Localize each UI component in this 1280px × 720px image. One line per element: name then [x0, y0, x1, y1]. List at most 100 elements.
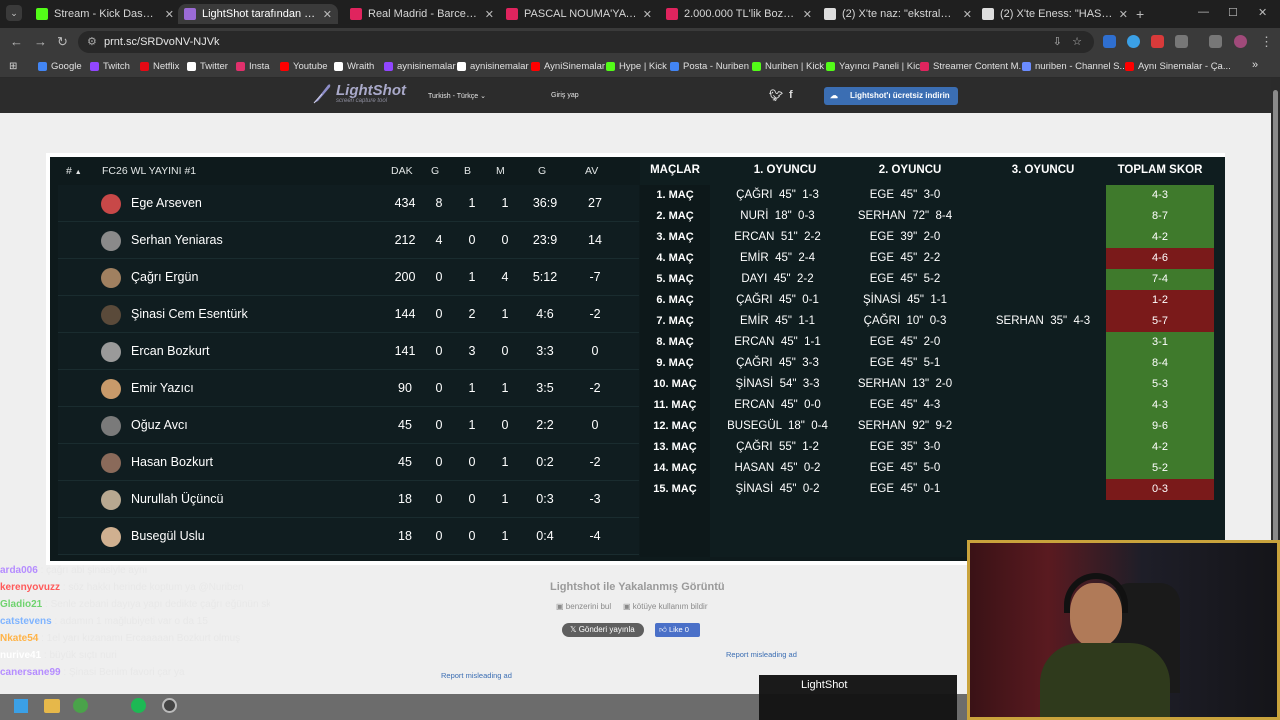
bookmark-favicon-icon — [140, 62, 149, 71]
bookmark-item[interactable]: Wraith — [334, 61, 374, 72]
bookmark-item[interactable]: Aynı Sinemalar - Ça... — [1125, 61, 1231, 72]
bookmark-item[interactable]: Netflix — [140, 61, 179, 72]
tab-close-icon[interactable]: ✕ — [963, 8, 972, 21]
tab-favicon-icon — [982, 8, 994, 20]
close-window-button[interactable]: ✕ — [1258, 6, 1267, 19]
ad-logo: LightShot — [801, 679, 848, 691]
bookmark-item[interactable]: Google — [38, 61, 82, 72]
twitter-icon[interactable]: 🐦︎ — [769, 89, 783, 102]
player1-cell: HASAN 45" 0-2 — [734, 462, 821, 474]
extensions-puzzle-icon[interactable] — [1175, 35, 1188, 48]
bookmark-item[interactable]: Insta — [236, 61, 270, 72]
bookmark-item[interactable]: Posta - Nuriben — [670, 61, 749, 72]
league-row[interactable]: Şinasi Cem Esentürk 144 0 2 1 4:6 -2 — [58, 296, 639, 333]
bookmarks-overflow-icon[interactable]: » — [1252, 59, 1258, 71]
tab-close-icon[interactable]: ✕ — [165, 8, 174, 21]
bookmark-item[interactable]: Streamer Content M... — [920, 61, 1026, 72]
menu-dots-icon[interactable]: ⋮ — [1260, 34, 1273, 50]
tab-close-icon[interactable]: ✕ — [323, 8, 332, 21]
bookmark-item[interactable]: Twitter — [187, 61, 228, 72]
bookmark-item[interactable]: Yayıncı Paneli | Kick — [826, 61, 925, 72]
league-row[interactable]: Emir Yazıcı 90 0 1 1 3:5 -2 — [58, 370, 639, 407]
report-ad-link-right[interactable]: Report misleading ad — [726, 650, 797, 659]
obs-icon[interactable] — [162, 698, 177, 713]
install-icon[interactable]: ⇩ — [1053, 31, 1062, 53]
league-table-header: # ▲ FC26 WL YAYINI #1 DAK G B M G AV — [54, 157, 639, 185]
chat-username: arda006 — [0, 565, 38, 576]
report-ad-link-left[interactable]: Report misleading ad — [441, 671, 512, 680]
apps-grid-icon[interactable]: ⊞ — [9, 61, 17, 72]
language-label: Turkish - Türkçe — [428, 93, 479, 100]
share-post-button[interactable]: 𝕏 Gönderi yayınla — [562, 623, 644, 637]
tab-search-button[interactable]: ⌄ — [6, 5, 22, 21]
league-row[interactable]: Serhan Yeniaras 212 4 0 0 23:9 14 — [58, 222, 639, 259]
lightshot-header: LightShot screen capture tool Turkish - … — [0, 78, 1271, 113]
league-row[interactable]: Oğuz Avcı 45 0 1 0 2:2 0 — [58, 407, 639, 444]
minimize-button[interactable]: — — [1198, 6, 1209, 18]
bookmark-item[interactable]: Twitch — [90, 61, 130, 72]
stat-m: 1 — [501, 381, 509, 395]
profile-avatar[interactable] — [1234, 35, 1247, 48]
folder-icon[interactable] — [44, 699, 60, 713]
extension-shield-icon[interactable] — [1103, 35, 1116, 48]
chat-message: Nkate54 : 1el yarı kızanamı Ercaaaaan Bo… — [0, 633, 241, 644]
stat-goals: 23:9 — [532, 233, 558, 247]
bookmark-item[interactable]: aynisinemalar — [384, 61, 456, 72]
new-tab-button[interactable]: + — [1136, 6, 1144, 22]
bookmark-item[interactable]: nuriben - Channel S... — [1022, 61, 1127, 72]
find-similar-link[interactable]: ▣ benzerini bul — [556, 602, 611, 611]
spotify-icon[interactable] — [131, 698, 146, 713]
forward-icon[interactable]: → — [34, 34, 47, 49]
lightshot-logo[interactable]: LightShot screen capture tool — [312, 82, 406, 104]
bookmark-item[interactable]: aynisinemalar — [457, 61, 529, 72]
extension-globe-icon[interactable] — [1127, 35, 1140, 48]
league-row[interactable]: Busegül Uslu 18 0 0 1 0:4 -4 — [58, 518, 639, 555]
tab-4[interactable]: PASCAL NOUMA'YA MEYDAN O ✕ — [500, 4, 658, 24]
bookmark-item[interactable]: AyniSinemalar — [531, 61, 605, 72]
tab-favicon-icon — [666, 8, 678, 20]
bookmark-star-icon[interactable]: ☆ — [1072, 31, 1082, 53]
bookmark-item[interactable]: Hype | Kick — [606, 61, 667, 72]
tab-close-icon[interactable]: ✕ — [643, 8, 652, 21]
player-name: Nurullah Üçüncü — [131, 492, 224, 506]
login-link[interactable]: Giriş yap — [551, 92, 579, 99]
header-rank[interactable]: # ▲ — [66, 165, 82, 177]
facebook-like-button[interactable]: 👍︎ Like 0 — [655, 623, 700, 637]
tab-close-icon[interactable]: ✕ — [485, 8, 494, 21]
url-field[interactable]: ⚙ prnt.sc/SRDvoNV-NJVk ⇩ ☆ — [78, 31, 1094, 53]
league-row[interactable]: Nurullah Üçüncü 18 0 0 1 0:3 -3 — [58, 481, 639, 518]
tab-1[interactable]: Stream - Kick Dashboard ✕ — [30, 4, 180, 24]
match-row: 4. MAÇ EMİR 45" 2-4 EGE 45" 2-2 4-6 — [640, 248, 1225, 269]
player-name: Oğuz Avcı — [131, 418, 188, 432]
league-row[interactable]: Çağrı Ergün 200 0 1 4 5:12 -7 — [58, 259, 639, 296]
facebook-icon[interactable]: f — [789, 89, 793, 101]
reload-icon[interactable]: ↻ — [57, 34, 68, 50]
tab-7[interactable]: (2) X'te Eness: "HASAN YAYIND ✕ — [976, 4, 1134, 24]
back-icon[interactable]: ← — [10, 34, 23, 49]
chat-username: canersane99 — [0, 667, 61, 678]
tab-close-icon[interactable]: ✕ — [1119, 8, 1128, 21]
site-info-icon[interactable]: ⚙ — [87, 31, 97, 53]
bookmark-item[interactable]: Youtube — [280, 61, 328, 72]
player-name: Serhan Yeniaras — [131, 233, 223, 247]
chat-username: Gladio21 — [0, 599, 43, 610]
tab-close-icon[interactable]: ✕ — [803, 8, 812, 21]
tab-3[interactable]: Real Madrid - Barcelona (2-1) - ✕ — [344, 4, 500, 24]
maximize-button[interactable]: ☐ — [1228, 6, 1238, 19]
league-row[interactable]: Ege Arseven 434 8 1 1 36:9 27 — [58, 185, 639, 222]
chrome-icon[interactable] — [73, 698, 88, 713]
media-control-icon[interactable] — [1209, 35, 1222, 48]
tab-6[interactable]: (2) X'te naz: "ekstralarıyla kopa ✕ — [818, 4, 978, 24]
report-abuse-link[interactable]: ▣ kötüye kullanım bildir — [623, 602, 708, 611]
download-button[interactable]: ☁ Lightshot'ı ücretsiz indirin — [824, 87, 958, 105]
tab-5[interactable]: 2.000.000 TL'lik Bozkurt Çiftliği ✕ — [660, 4, 818, 24]
league-row[interactable]: Ercan Bozkurt 141 0 3 0 3:3 0 — [58, 333, 639, 370]
tab-2[interactable]: LightShot tarafından Ekran Görü ✕ — [178, 4, 338, 24]
bookmark-favicon-icon — [1125, 62, 1134, 71]
windows-start-icon[interactable] — [14, 699, 28, 713]
league-row[interactable]: Hasan Bozkurt 45 0 0 1 0:2 -2 — [58, 444, 639, 481]
extension-red-icon[interactable] — [1151, 35, 1164, 48]
language-select[interactable]: Turkish - Türkçe ⌄ — [428, 92, 486, 100]
player2-cell: EGE 45" 5-2 — [869, 273, 941, 285]
bookmark-item[interactable]: Nuriben | Kick — [752, 61, 824, 72]
